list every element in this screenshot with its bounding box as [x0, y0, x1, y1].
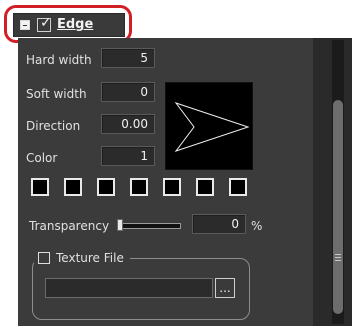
- collapse-minus-icon[interactable]: [20, 20, 30, 30]
- color-swatch-5[interactable]: [163, 178, 181, 196]
- edge-section-header[interactable]: ✓ Edge: [13, 13, 125, 37]
- soft-width-label: Soft width: [26, 87, 87, 101]
- hard-width-input[interactable]: 5: [101, 48, 155, 68]
- color-swatch-7[interactable]: [229, 178, 247, 196]
- color-swatch-1[interactable]: [31, 178, 49, 196]
- hard-width-value: 5: [140, 51, 148, 65]
- color-swatch-2[interactable]: [64, 178, 82, 196]
- texture-file-checkbox[interactable]: [38, 252, 50, 264]
- color-swatch-3[interactable]: [97, 178, 115, 196]
- color-label: Color: [26, 151, 58, 165]
- scrollbar-grip-icon: [335, 252, 341, 262]
- edge-enable-checkbox[interactable]: ✓: [37, 15, 52, 32]
- color-swatch-6[interactable]: [196, 178, 214, 196]
- soft-width-value: 0: [140, 85, 148, 99]
- soft-width-input[interactable]: 0: [101, 82, 155, 102]
- hard-width-label: Hard width: [26, 53, 92, 67]
- direction-label: Direction: [26, 119, 81, 133]
- direction-arrow-icon: [174, 102, 250, 152]
- transparency-slider-thumb[interactable]: [117, 219, 123, 231]
- transparency-slider-track[interactable]: [119, 223, 181, 229]
- texture-file-legend: Texture File: [34, 250, 130, 266]
- vertical-scrollbar[interactable]: [313, 38, 352, 326]
- direction-input[interactable]: 0.00: [101, 114, 155, 134]
- color-swatch-4[interactable]: [130, 178, 148, 196]
- color-value: 1: [140, 149, 148, 163]
- color-input[interactable]: 1: [101, 146, 155, 166]
- edge-properties-panel: ✓ Edge Hard width 5 Soft width 0 Directi…: [0, 0, 352, 326]
- edge-section-title: Edge: [57, 17, 94, 32]
- transparency-input[interactable]: 0: [192, 214, 246, 234]
- transparency-value: 0: [231, 217, 239, 231]
- direction-preview: [165, 82, 253, 170]
- texture-file-browse-button[interactable]: ...: [215, 278, 235, 298]
- texture-file-path-input[interactable]: [45, 278, 213, 298]
- texture-file-title: Texture File: [56, 251, 124, 265]
- direction-value: 0.00: [121, 117, 148, 131]
- transparency-label: Transparency: [29, 219, 110, 233]
- checkmark-icon: ✓: [40, 15, 52, 31]
- scrollbar-thumb[interactable]: [333, 100, 343, 314]
- percent-sign: %: [251, 219, 263, 233]
- edge-settings-content: Hard width 5 Soft width 0 Direction 0.00…: [18, 38, 315, 326]
